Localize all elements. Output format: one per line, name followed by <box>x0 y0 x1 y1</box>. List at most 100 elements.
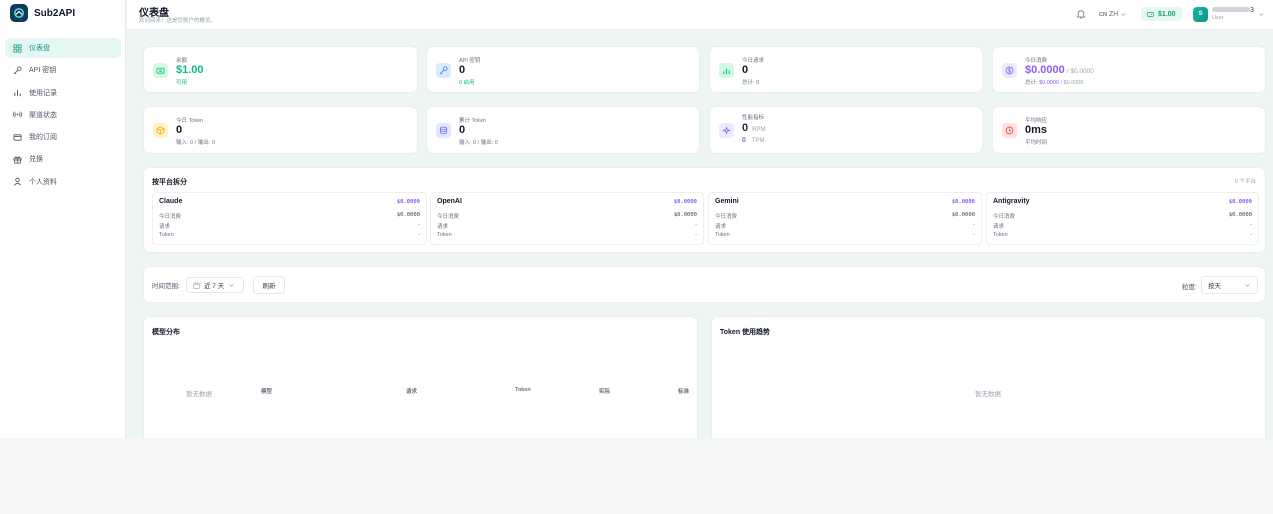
stat-unit-tpm: TPM <box>751 138 765 144</box>
filter-bar: 时间范围: 近 7 天 刷新 粒度: 按天 <box>143 266 1266 303</box>
chart-icon <box>14 89 21 97</box>
stat-label: 余额 <box>176 58 188 64</box>
key-icon <box>13 66 22 75</box>
stat-sub: 输入: 0 / 输出: 0 <box>176 140 215 146</box>
stat-sub-prefix: 总计: <box>1025 80 1038 86</box>
sidebar-item-label: 我的订阅 <box>29 134 57 142</box>
platform-count: 0 个平台 <box>1234 179 1256 185</box>
gift-icon <box>13 156 22 164</box>
stat-value: 0 <box>459 124 466 136</box>
stat-value-suffix: / $0.0000 <box>1066 68 1094 75</box>
time-range-select[interactable]: 近 7 天 <box>186 277 244 293</box>
platform-cost: $0.0000 <box>1228 199 1252 205</box>
platform-name: OpenAI <box>437 198 462 205</box>
platform-name: Claude <box>159 198 183 205</box>
brand[interactable]: Sub2API <box>10 4 75 22</box>
sidebar-item-api-keys[interactable]: API 密钥 <box>5 60 121 80</box>
sidebar-item-label: 个人资料 <box>29 178 57 186</box>
sidebar-item-usage[interactable]: 使用记录 <box>5 83 121 103</box>
token-trend-panel: Token 使用趋势 暂无数据 <box>711 316 1266 438</box>
granularity-value: 按天 <box>1208 283 1221 290</box>
user-icon <box>14 177 21 186</box>
sidebar-item-profile[interactable]: 个人资料 <box>5 172 121 192</box>
cube-icon <box>153 123 168 138</box>
stat-card-today-requests: 今日请求 0 总计: 0 <box>709 46 983 93</box>
sidebar-item-label: 兑换 <box>29 156 43 164</box>
stat-label: 今日请求 <box>742 58 765 64</box>
column-header: 模型 <box>261 389 273 395</box>
stat-sub: 输入: 0 / 输出: 0 <box>459 140 498 146</box>
stat-label: 平均响应 <box>1025 118 1048 124</box>
user-name: 3 <box>1212 7 1254 15</box>
stat-value: 0 <box>176 124 183 136</box>
platform-card-openai: OpenAI $0.0000 今日消费 $0.0000 请求 - Token - <box>430 192 704 245</box>
granularity-select[interactable]: 按天 <box>1201 276 1258 294</box>
sidebar-item-dashboard[interactable]: 仪表盘 <box>5 38 121 58</box>
stat-value-rpm: 0 <box>742 122 749 134</box>
stat-card-today-token: 今日 Token 0 输入: 0 / 输出: 0 <box>143 106 418 154</box>
user-role: User <box>1212 14 1224 21</box>
platform-cost: $0.0000 <box>951 199 975 205</box>
sidebar-item-label: API 密钥 <box>29 67 57 75</box>
sidebar-item-subscriptions[interactable]: 我的订阅 <box>5 127 121 147</box>
top-header: 仪表盘 欢迎回来！这是您账户的概览。 CN ZH $1.00 S 3 User <box>127 0 1273 30</box>
sidebar-item-label: 渠道状态 <box>29 111 57 119</box>
chevron-down-icon <box>1121 13 1126 16</box>
chevron-down-icon <box>229 283 234 287</box>
stat-label: 今日消费 <box>1025 58 1048 64</box>
avatar: S <box>1193 6 1208 22</box>
header-balance[interactable]: $1.00 <box>1141 7 1182 21</box>
bolt-icon <box>719 123 734 138</box>
clock-icon <box>1002 123 1017 138</box>
signal-icon <box>13 111 22 118</box>
key-icon <box>436 63 451 78</box>
sidebar-item-redeem[interactable]: 兑换 <box>5 149 121 169</box>
chevron-down-icon <box>1259 12 1264 16</box>
stat-card-total-token: 累计 Token 0 输入: 0 / 输出: 0 <box>426 106 700 154</box>
refresh-button[interactable]: 刷新 <box>253 276 285 294</box>
stat-value: 0 <box>459 64 466 76</box>
dollar-icon <box>1002 63 1017 78</box>
stat-value: $0.0000 <box>1025 64 1065 76</box>
platform-cost: $0.0000 <box>673 199 697 205</box>
stat-card-api-keys: API 密钥 0 0 启用 <box>426 46 700 93</box>
empty-state: 暂无数据 <box>186 391 212 398</box>
platform-card-gemini: Gemini $0.0000 今日消费 $0.0000 请求 - Token - <box>708 192 982 245</box>
stat-card-avg-response: 平均响应 0ms 平均时间 <box>992 106 1266 154</box>
bell-icon[interactable] <box>1076 9 1086 19</box>
platform-cost: $0.0000 <box>396 199 420 205</box>
dashboard-icon <box>13 43 22 53</box>
stat-sub-suffix: / $0.0000 <box>1060 80 1084 86</box>
platform-card-antigravity: Antigravity $0.0000 今日消费 $0.0000 请求 - Toke… <box>986 192 1259 245</box>
sidebar-item-label: 仪表盘 <box>29 45 50 52</box>
stat-label: 今日 Token <box>176 118 204 124</box>
brand-logo-icon <box>10 4 28 22</box>
sidebar: Sub2API 仪表盘 API 密钥 使用记录 渠道状态 我的订阅 兑换 个人资… <box>0 0 126 438</box>
language-switcher[interactable]: CN ZH <box>1099 9 1127 20</box>
stat-value: 0 <box>742 64 749 76</box>
stat-unit-rpm: RPM <box>752 127 766 133</box>
stat-sub-value: $0.0000 <box>1039 80 1059 86</box>
chevron-down-icon <box>1245 283 1250 287</box>
stat-value-tpm: 0 <box>742 137 746 144</box>
flag-label: CN <box>1099 11 1107 18</box>
stat-sub: 平均时间 <box>1025 140 1048 146</box>
database-icon <box>436 123 451 138</box>
user-menu[interactable]: S 3 User <box>1193 4 1265 24</box>
platform-breakdown: 按平台拆分 0 个平台 Claude $0.0000 今日消费 $0.0000 请… <box>143 167 1266 253</box>
app-window: Sub2API 仪表盘 API 密钥 使用记录 渠道状态 我的订阅 兑换 个人资… <box>0 0 1273 438</box>
wallet-icon <box>153 63 168 78</box>
granularity-label: 粒度: <box>1182 284 1197 291</box>
sidebar-item-label: 使用记录 <box>29 89 57 97</box>
calendar-icon <box>193 282 200 289</box>
page-subtitle: 欢迎回来！这是您账户的概览。 <box>139 18 217 24</box>
stat-sub: 0 启用 <box>459 80 475 86</box>
sidebar-item-channel-status[interactable]: 渠道状态 <box>5 105 121 125</box>
model-distribution-panel: 模型分布 暂无数据 模型 请求 Token 实际 标准 <box>143 316 698 438</box>
section-title: 模型分布 <box>152 329 180 336</box>
bar-chart-icon <box>719 63 734 78</box>
stat-card-today-cost: 今日消费 $0.0000 / $0.0000 总计: $0.0000 / $0.… <box>992 46 1266 93</box>
section-title: Token 使用趋势 <box>720 329 771 336</box>
sidebar-nav: 仪表盘 API 密钥 使用记录 渠道状态 我的订阅 兑换 个人资料 <box>5 38 121 194</box>
empty-state: 暂无数据 <box>975 391 1001 398</box>
